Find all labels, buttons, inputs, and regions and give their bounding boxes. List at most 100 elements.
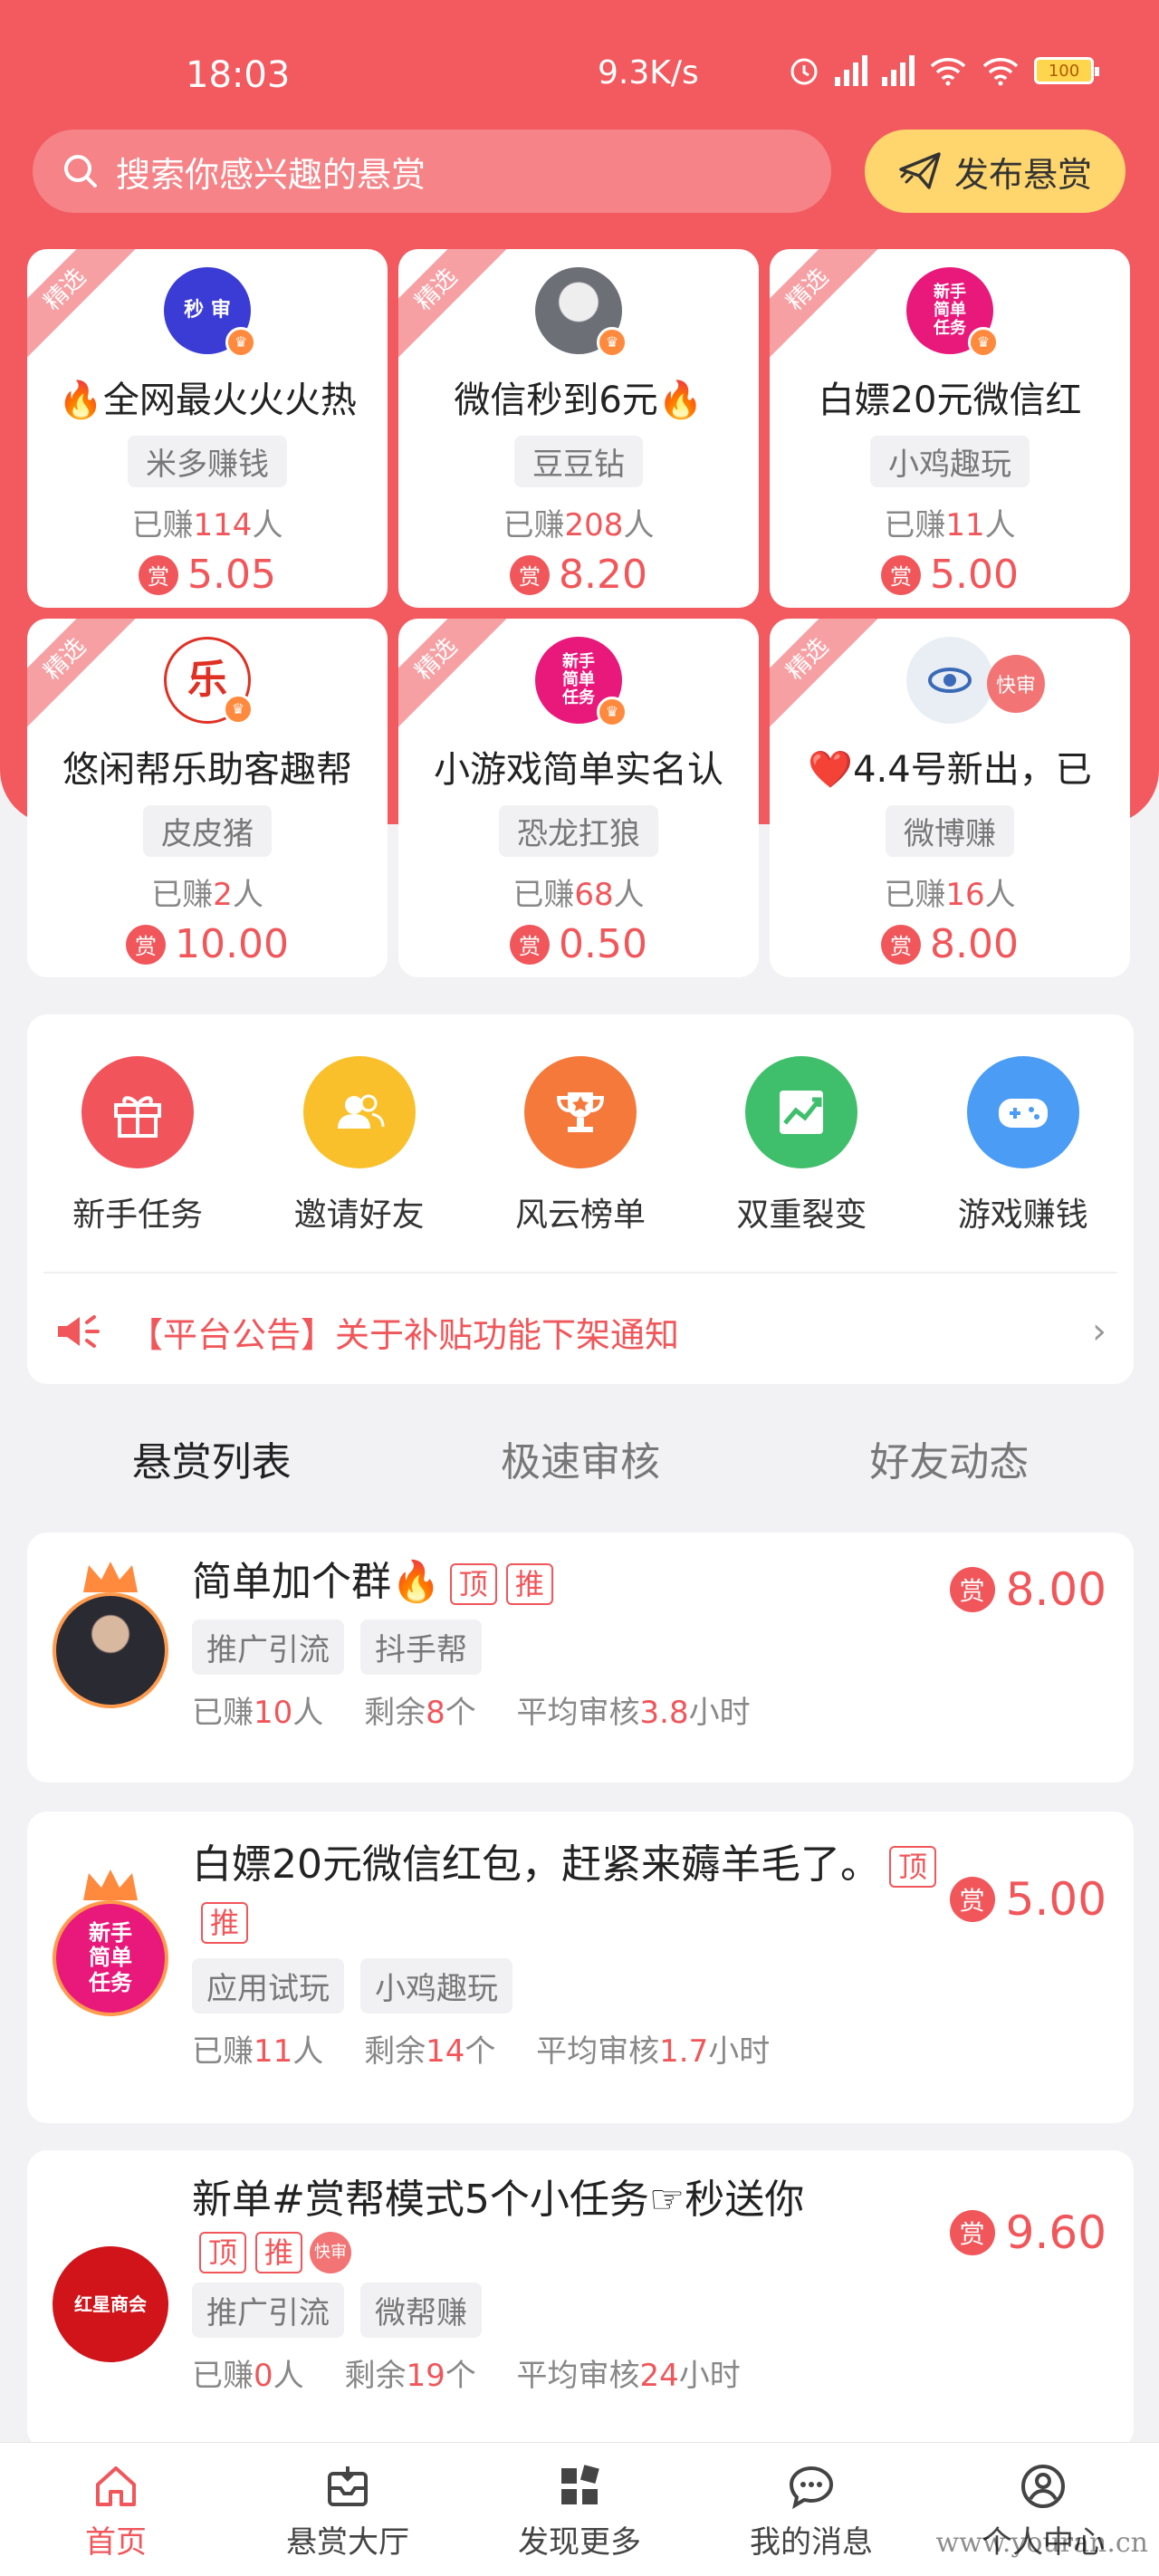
ribbon-label: 精选	[398, 619, 509, 732]
search-bar[interactable]: 搜索你感兴趣的悬赏	[33, 130, 831, 213]
grid-icon	[561, 2465, 599, 2504]
tab-fast-review[interactable]: 极速审核	[492, 1429, 669, 1487]
logo-icon	[928, 668, 972, 693]
ribbon-label: 精选	[770, 619, 880, 732]
earned-count: 已赚2人	[151, 877, 263, 913]
featured-card[interactable]: 精选 快审 ❤️4.4号新出，已 微博赚 已赚16人 赏 8.00	[770, 619, 1130, 977]
reward-icon: 赏	[949, 2210, 995, 2255]
category-chip: 推广引流	[192, 1620, 344, 1675]
earned-count: 已赚16人	[884, 877, 1016, 913]
avatar	[53, 1592, 168, 1708]
earned-count: 已赚11人	[884, 507, 1016, 543]
avatar: 新手 简单 任务 ♛	[535, 637, 627, 727]
nav-home[interactable]: 首页	[0, 2443, 232, 2576]
reward-amount: 赏 5.05	[27, 552, 388, 598]
chat-icon	[789, 2465, 834, 2510]
task-stats: 已赚10人 剩余8个 平均审核3.8小时	[192, 1695, 751, 1731]
shortcut-double-fission[interactable]: 双重裂变	[702, 1056, 901, 1235]
task-title: 白嫖20元微信红包，赶紧来薅羊毛了。 顶推	[192, 1837, 971, 1949]
list-tabs: 悬赏列表 极速审核 好友动态	[27, 1413, 1134, 1504]
task-body: 白嫖20元微信红包，赶紧来薅羊毛了。 顶推 应用试玩 小鸡趣玩 已赚11人 剩余14…	[192, 1837, 971, 2071]
battery-icon: 100	[1034, 57, 1099, 84]
earned-count: 已赚114人	[131, 507, 283, 543]
paper-plane-icon	[899, 152, 941, 189]
task-card[interactable]: 简单加个群🔥 顶推 推广引流 抖手帮 已赚10人 剩余8个 平均审核3.8小时 赏8…	[27, 1533, 1134, 1783]
recommend-badge: 推	[201, 1902, 249, 1944]
card-tag: 米多赚钱	[128, 436, 287, 487]
shortcut-label: 游戏赚钱	[957, 1197, 1088, 1234]
fast-review-badge: 快审	[987, 655, 1045, 713]
search-icon	[64, 155, 97, 187]
card-title: 白嫖20元微信红	[818, 380, 1082, 421]
shortcut-label: 双重裂变	[736, 1197, 867, 1234]
nav-discover[interactable]: 发现更多	[464, 2443, 695, 2576]
card-tag: 小鸡趣玩	[870, 436, 1030, 487]
megaphone-icon	[58, 1315, 100, 1348]
ribbon-label: 精选	[398, 249, 509, 362]
featured-card[interactable]: 精选 ♛ 微信秒到6元🔥 豆豆钻 已赚208人 赏 8.20	[398, 249, 759, 608]
avatar-text: 秒 审	[184, 298, 231, 322]
publish-bounty-button[interactable]: 发布悬赏	[865, 130, 1125, 213]
featured-card[interactable]: 精选 新手 简单 任务 ♛ 小游戏简单实名认 恐龙扛狼 已赚68人 赏 0.50	[398, 619, 759, 977]
crown-icon: ♛	[597, 327, 627, 358]
nav-bounty-hall[interactable]: 悬赏大厅	[232, 2443, 464, 2576]
reward-amount: 赏 8.00	[949, 1563, 1106, 1616]
watermark: www.youran.cn	[935, 2527, 1148, 2559]
avatar: 乐 ♛	[164, 637, 254, 725]
card-tag: 微博赚	[886, 805, 1014, 857]
reward-icon: 赏	[949, 1567, 995, 1612]
crown-icon: ♛	[597, 697, 627, 727]
top-badge: 顶	[449, 1563, 497, 1605]
crown-icon: ♛	[968, 327, 999, 358]
tab-bounty-list[interactable]: 悬赏列表	[113, 1429, 310, 1500]
category-chip: 推广引流	[192, 2283, 344, 2338]
avatar: 新手 简单 任务	[53, 1900, 168, 2016]
task-card[interactable]: 红星商会 新单#赏帮模式5个小任务☞秒送你 顶推快审 推广引流 微帮赚 已赚0人 …	[27, 2150, 1134, 2449]
avatar-text: 新手 简单 任务	[562, 652, 595, 707]
featured-card[interactable]: 精选 乐 ♛ 悠闲帮乐助客趣帮 皮皮猪 已赚2人 赏 10.00	[27, 619, 388, 977]
recommend-badge: 推	[255, 2232, 303, 2273]
tab-friend-activity[interactable]: 好友动态	[860, 1429, 1038, 1487]
card-title: 🔥全网最火火火热	[58, 380, 357, 421]
chevron-right-icon: ›	[1092, 1311, 1106, 1352]
top-badge: 顶	[199, 2232, 247, 2273]
reward-icon: 赏	[949, 1877, 995, 1922]
announcement-bar[interactable]: 【平台公告】关于补贴功能下架通知 ›	[54, 1286, 1106, 1377]
gamepad-icon	[966, 1056, 1079, 1168]
trophy-icon	[523, 1056, 637, 1168]
reward-icon: 赏	[126, 924, 167, 965]
crown-icon: ♛	[223, 694, 254, 725]
card-title: ❤️4.4号新出，已	[808, 749, 1092, 791]
shortcut-label: 邀请好友	[293, 1197, 425, 1234]
status-time: 18:03	[186, 54, 291, 96]
signal-icon-2	[882, 55, 915, 86]
ribbon-label: 精选	[27, 249, 138, 362]
featured-card[interactable]: 精选 秒 审 ♛ 🔥全网最火火火热 米多赚钱 已赚114人 赏 5.05	[27, 249, 388, 608]
chart-icon	[745, 1056, 858, 1168]
shortcut-newbie-task[interactable]: 新手任务	[38, 1056, 237, 1235]
task-title: 新单#赏帮模式5个小任务☞秒送你	[192, 2177, 805, 2223]
reward-icon: 赏	[139, 554, 179, 595]
ribbon-label: 精选	[27, 619, 138, 732]
avatar: 秒 审 ♛	[164, 267, 256, 358]
avatar: ♛	[535, 267, 627, 358]
reward-amount: 赏 10.00	[27, 921, 388, 967]
wifi-icon	[930, 58, 966, 86]
reward-amount: 赏 0.50	[398, 921, 759, 967]
reward-icon: 赏	[510, 924, 551, 965]
user-icon	[1021, 2465, 1065, 2508]
platform-chip: 小鸡趣玩	[360, 1958, 512, 2014]
nav-messages[interactable]: 我的消息	[695, 2443, 927, 2576]
task-card[interactable]: 新手 简单 任务 白嫖20元微信红包，赶紧来薅羊毛了。 顶推 应用试玩 小鸡趣玩 已…	[27, 1812, 1134, 2123]
crown-icon: ♛	[225, 327, 256, 358]
featured-card[interactable]: 精选 新手 简单 任务 ♛ 白嫖20元微信红 小鸡趣玩 已赚11人 赏 5.00	[770, 249, 1130, 608]
net-speed: 9.3K/s	[598, 54, 699, 91]
shortcut-leaderboard[interactable]: 风云榜单	[481, 1056, 680, 1235]
shortcut-game-earn[interactable]: 游戏赚钱	[924, 1056, 1123, 1235]
avatar	[906, 637, 993, 724]
shortcut-invite-friends[interactable]: 邀请好友	[260, 1056, 459, 1235]
top-badge: 顶	[889, 1846, 937, 1888]
reward-amount: 赏 9.60	[949, 2206, 1106, 2259]
reward-icon: 赏	[510, 554, 551, 595]
card-tag: 恐龙扛狼	[499, 805, 658, 857]
